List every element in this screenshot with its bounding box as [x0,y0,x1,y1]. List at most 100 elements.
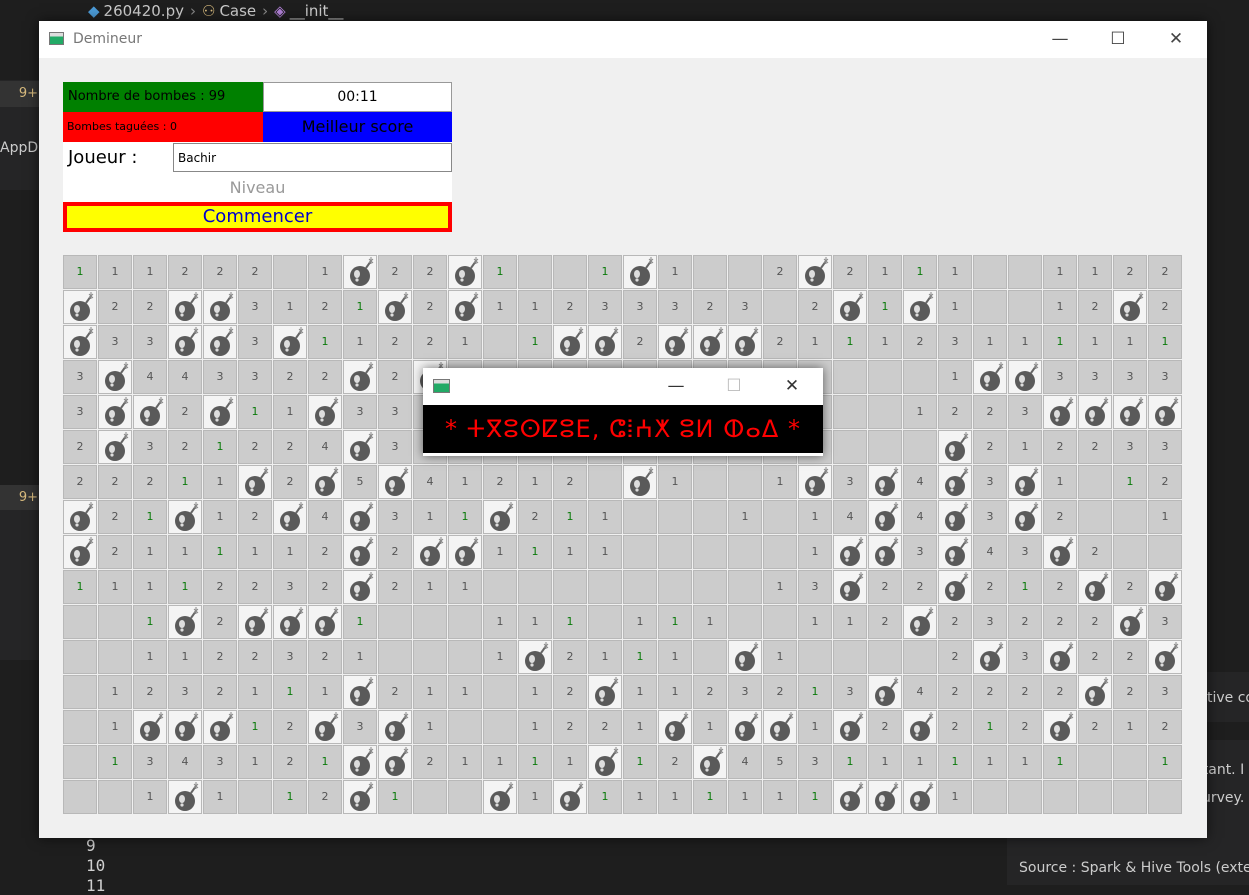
bomb-cell[interactable] [98,430,132,464]
level-selector[interactable]: Niveau [63,173,452,202]
number-cell[interactable]: 1 [553,745,587,779]
bomb-cell[interactable] [343,745,377,779]
number-cell[interactable]: 2 [973,430,1007,464]
number-cell[interactable]: 3 [133,745,167,779]
number-cell[interactable]: 2 [1078,535,1112,569]
empty-cell[interactable] [553,255,587,289]
bomb-cell[interactable] [938,430,972,464]
number-cell[interactable]: 1 [518,780,552,814]
number-cell[interactable]: 2 [553,710,587,744]
number-cell[interactable]: 1 [833,745,867,779]
bomb-cell[interactable] [98,360,132,394]
empty-cell[interactable] [448,605,482,639]
number-cell[interactable]: 5 [343,465,377,499]
empty-cell[interactable] [483,570,517,604]
number-cell[interactable]: 1 [623,710,657,744]
empty-cell[interactable] [763,500,797,534]
empty-cell[interactable] [1113,500,1147,534]
bomb-cell[interactable] [1078,675,1112,709]
number-cell[interactable]: 1 [833,605,867,639]
empty-cell[interactable] [63,745,97,779]
number-cell[interactable]: 2 [1113,675,1147,709]
bomb-cell[interactable] [343,430,377,464]
bomb-cell[interactable] [868,465,902,499]
number-cell[interactable]: 1 [868,255,902,289]
number-cell[interactable]: 2 [553,640,587,674]
bomb-cell[interactable] [1113,605,1147,639]
number-cell[interactable]: 1 [1148,745,1182,779]
empty-cell[interactable] [98,780,132,814]
number-cell[interactable]: 1 [448,570,482,604]
bomb-cell[interactable] [238,605,272,639]
number-cell[interactable]: 2 [763,325,797,359]
number-cell[interactable]: 2 [168,255,202,289]
empty-cell[interactable] [98,640,132,674]
empty-cell[interactable] [98,605,132,639]
number-cell[interactable]: 1 [133,640,167,674]
empty-cell[interactable] [483,710,517,744]
empty-cell[interactable] [833,430,867,464]
number-cell[interactable]: 1 [308,255,342,289]
number-cell[interactable]: 1 [1078,255,1112,289]
empty-cell[interactable] [588,605,622,639]
bomb-cell[interactable] [973,640,1007,674]
bomb-cell[interactable] [203,395,237,429]
number-cell[interactable]: 1 [273,675,307,709]
number-cell[interactable]: 1 [1043,255,1077,289]
bomb-cell[interactable] [868,675,902,709]
number-cell[interactable]: 1 [1078,325,1112,359]
empty-cell[interactable] [63,780,97,814]
number-cell[interactable]: 1 [98,710,132,744]
number-cell[interactable]: 2 [903,325,937,359]
number-cell[interactable]: 2 [1078,710,1112,744]
number-cell[interactable]: 3 [658,290,692,324]
number-cell[interactable]: 4 [133,360,167,394]
number-cell[interactable]: 1 [518,535,552,569]
number-cell[interactable]: 4 [168,745,202,779]
empty-cell[interactable] [63,605,97,639]
bomb-cell[interactable] [938,465,972,499]
number-cell[interactable]: 3 [238,290,272,324]
number-cell[interactable]: 1 [763,780,797,814]
number-cell[interactable]: 1 [798,500,832,534]
empty-cell[interactable] [693,500,727,534]
empty-cell[interactable] [903,430,937,464]
empty-cell[interactable] [693,570,727,604]
number-cell[interactable]: 2 [98,465,132,499]
bomb-cell[interactable] [1078,395,1112,429]
number-cell[interactable]: 1 [623,745,657,779]
bomb-cell[interactable] [973,360,1007,394]
empty-cell[interactable] [798,640,832,674]
number-cell[interactable]: 1 [658,640,692,674]
bomb-cell[interactable] [1043,395,1077,429]
number-cell[interactable]: 1 [98,675,132,709]
number-cell[interactable]: 2 [588,710,622,744]
number-cell[interactable]: 2 [973,395,1007,429]
bomb-cell[interactable] [798,255,832,289]
number-cell[interactable]: 3 [133,325,167,359]
number-cell[interactable]: 3 [938,325,972,359]
number-cell[interactable]: 1 [518,675,552,709]
number-cell[interactable]: 2 [553,675,587,709]
empty-cell[interactable] [728,570,762,604]
empty-cell[interactable] [763,290,797,324]
number-cell[interactable]: 1 [588,500,622,534]
bomb-cell[interactable] [378,710,412,744]
number-cell[interactable]: 3 [833,675,867,709]
bomb-cell[interactable] [63,325,97,359]
number-cell[interactable]: 2 [868,570,902,604]
bomb-cell[interactable] [658,325,692,359]
number-cell[interactable]: 2 [308,640,342,674]
bomb-cell[interactable] [238,465,272,499]
empty-cell[interactable] [833,640,867,674]
bomb-cell[interactable] [553,780,587,814]
bomb-cell[interactable] [553,325,587,359]
number-cell[interactable]: 3 [98,325,132,359]
number-cell[interactable]: 2 [868,605,902,639]
number-cell[interactable]: 1 [483,745,517,779]
number-cell[interactable]: 1 [763,465,797,499]
bomb-cell[interactable] [693,745,727,779]
number-cell[interactable]: 1 [273,780,307,814]
bomb-cell[interactable] [308,465,342,499]
number-cell[interactable]: 4 [308,500,342,534]
